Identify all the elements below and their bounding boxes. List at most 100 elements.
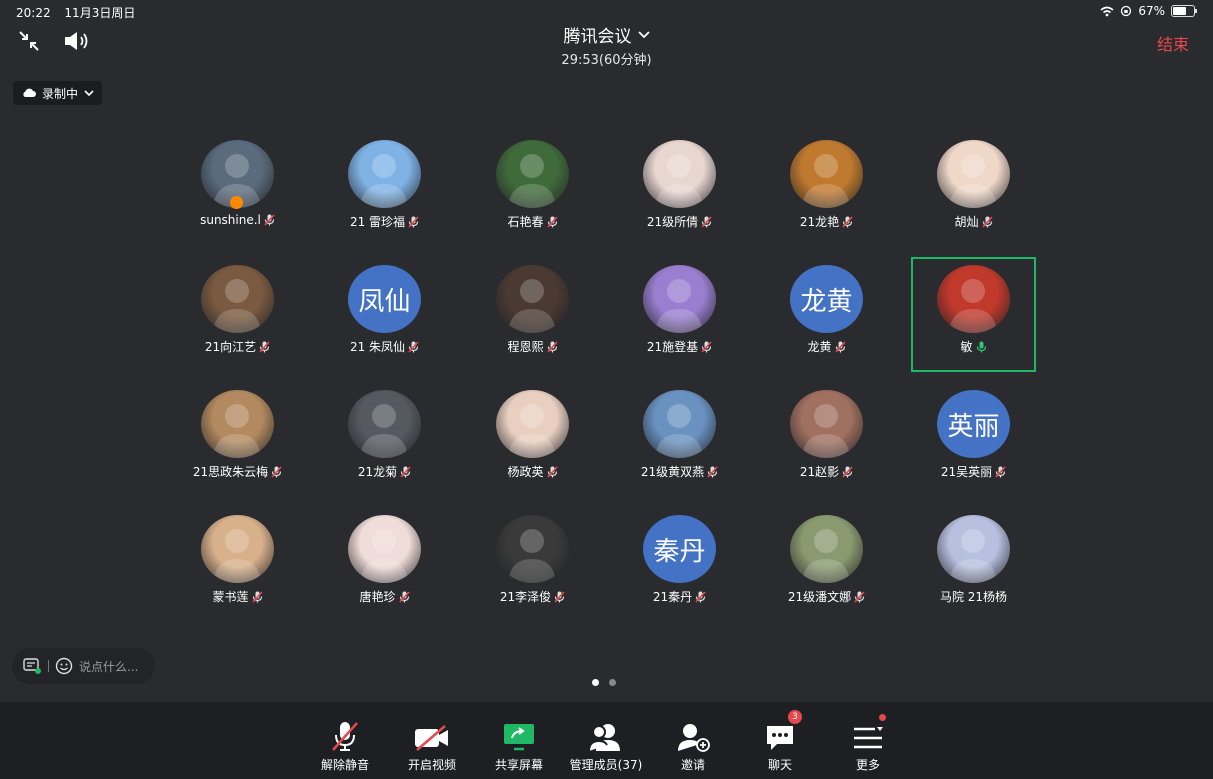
participant-tile[interactable]: sunshine.l (164, 140, 311, 250)
mic-muted-icon (546, 340, 558, 353)
participant-name: 21李泽俊 (499, 590, 552, 604)
avatar (348, 140, 421, 208)
manage-members-button[interactable]: 管理成员(37) (562, 712, 650, 773)
invite-label: 邀请 (680, 758, 705, 772)
participant-name: 21施登基 (646, 340, 699, 354)
recording-indicator[interactable]: 录制中 (13, 81, 103, 105)
chat-placeholder: 说点什么... (79, 659, 139, 674)
meeting-header: 腾讯会议 29:53(60分钟) 结束 (0, 22, 1213, 68)
meeting-title[interactable]: 腾讯会议 (564, 22, 650, 47)
avatar-photo (655, 154, 703, 208)
participant-name: 21思政朱云梅 (192, 465, 269, 479)
avatar-photo (213, 529, 261, 583)
avatar (496, 140, 569, 208)
participant-name: 胡灿 (954, 215, 979, 229)
mic-muted-icon (332, 722, 358, 751)
avatar (790, 515, 863, 583)
chat-bubble-icon[interactable] (22, 657, 42, 675)
participant-tile[interactable]: 21龙艳 (753, 140, 900, 250)
mic-muted-icon (981, 215, 993, 228)
chevron-down-icon (84, 89, 94, 96)
page-dot-1[interactable] (592, 679, 599, 686)
avatar: 秦丹 (643, 515, 716, 583)
participant-tile[interactable]: 21施登基 (606, 265, 753, 375)
participant-name: 21龙艳 (799, 215, 840, 229)
participant-tile[interactable]: 21李泽俊 (459, 515, 606, 625)
start-video-label: 开启视频 (407, 758, 456, 772)
participant-tile[interactable]: 英丽 21吴英丽 (900, 390, 1047, 500)
mic-muted-icon (271, 465, 282, 478)
avatar-initials: 英丽 (947, 411, 1000, 442)
battery-icon (1171, 5, 1197, 17)
bottom-toolbar: 解除静音 开启视频 共享屏幕 管理成员(37) 邀请 3 聊天 更多 (0, 702, 1213, 779)
participant-name: sunshine.l (200, 213, 261, 227)
chat-button[interactable]: 3 聊天 (736, 710, 824, 773)
participant-tile[interactable]: 21思政朱云梅 (164, 390, 311, 500)
avatar-photo (508, 529, 556, 583)
mic-muted-icon (554, 590, 565, 603)
avatar-photo (655, 279, 703, 333)
meeting-title-text: 腾讯会议 (563, 27, 632, 47)
active-speaker-frame (911, 257, 1036, 372)
participant-tile[interactable]: 秦丹 21秦丹 (606, 515, 753, 625)
start-video-button[interactable]: 开启视频 (388, 712, 476, 773)
participant-name: 程恩熙 (507, 340, 544, 354)
more-button[interactable]: 更多 (824, 712, 912, 773)
mic-muted-icon (398, 590, 410, 603)
orientation-lock-icon (1121, 5, 1132, 17)
emoji-icon[interactable] (55, 657, 73, 675)
participant-name: 21赵影 (799, 465, 840, 479)
participant-tile[interactable]: 21级黄双燕 (606, 390, 753, 500)
avatar (643, 265, 716, 333)
participant-name: 21龙菊 (357, 465, 398, 479)
avatar (496, 515, 569, 583)
participant-tile[interactable]: 21级所倩 (606, 140, 753, 250)
mic-muted-icon (259, 340, 270, 353)
avatar-photo (508, 154, 556, 208)
participant-tile[interactable]: 马院 21杨杨 (900, 515, 1047, 625)
chat-input-bar[interactable]: 说点什么... (12, 648, 155, 684)
participant-tile[interactable]: 凤仙 21 朱凤仙 (311, 265, 458, 375)
avatar: 龙黄 (790, 265, 863, 333)
battery-percent: 67% (1138, 4, 1165, 18)
avatar-photo (655, 404, 703, 458)
unmute-button[interactable]: 解除静音 (301, 712, 389, 773)
participant-tile[interactable]: 胡灿 (900, 140, 1047, 250)
participant-tile[interactable]: 杨政英 (459, 390, 606, 500)
participant-tile[interactable]: 唐艳珍 (311, 515, 458, 625)
mic-muted-icon (251, 590, 263, 603)
mic-muted-icon (842, 465, 853, 478)
chat-unread-badge: 3 (788, 710, 802, 724)
mic-muted-icon (264, 214, 275, 226)
participant-name: 21秦丹 (652, 590, 693, 604)
avatar: 英丽 (937, 390, 1010, 458)
participant-tile[interactable]: 程恩熙 (459, 265, 606, 375)
participant-tile[interactable]: 21 雷珍福 (311, 140, 458, 250)
mic-muted-icon (701, 215, 712, 228)
participant-tile[interactable]: 21赵影 (753, 390, 900, 500)
end-meeting-button[interactable]: 结束 (1157, 31, 1189, 55)
wifi-icon (1100, 6, 1114, 16)
invite-button[interactable]: 邀请 (649, 712, 737, 773)
page-indicator[interactable] (592, 679, 616, 686)
avatar (790, 390, 863, 458)
mic-muted-icon (842, 215, 853, 228)
page-dot-2[interactable] (609, 679, 616, 686)
participant-name: 杨政英 (507, 465, 544, 479)
participant-tile[interactable]: 21龙菊 (311, 390, 458, 500)
status-date: 11月3日周日 (64, 6, 136, 20)
participant-tile[interactable]: 石艳春 (459, 140, 606, 250)
participant-tile[interactable]: 龙黄 龙黄 (753, 265, 900, 375)
unmute-label: 解除静音 (320, 758, 369, 772)
mic-muted-icon (408, 340, 419, 353)
mic-muted-icon (854, 590, 865, 603)
share-screen-button[interactable]: 共享屏幕 (475, 712, 563, 773)
avatar-photo (213, 404, 261, 458)
participant-tile[interactable]: 蒙书莲 (164, 515, 311, 625)
participant-tile[interactable]: 21级潘文娜 (753, 515, 900, 625)
avatar-photo (949, 529, 997, 583)
mic-muted-icon (400, 465, 411, 478)
avatar-initials: 龙黄 (800, 286, 853, 317)
avatar (201, 390, 274, 458)
participant-tile[interactable]: 21向江艺 (164, 265, 311, 375)
